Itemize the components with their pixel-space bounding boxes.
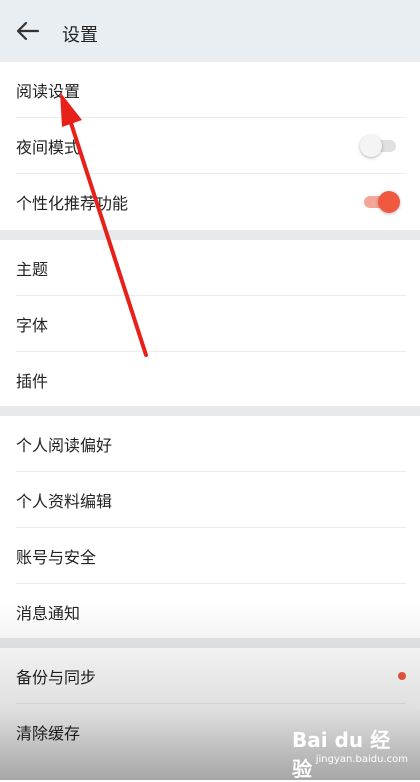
- watermark-url: jingyan.baidu.com: [315, 754, 408, 765]
- backup-sync-label: 备份与同步: [16, 668, 97, 687]
- section-gap: [0, 638, 420, 648]
- row-reading-preference[interactable]: 个人阅读偏好: [0, 416, 420, 472]
- toggle-knob: [360, 135, 382, 157]
- row-reading-settings[interactable]: 阅读设置: [0, 62, 420, 118]
- reading-preference-label: 个人阅读偏好: [16, 436, 113, 455]
- section-gap: [0, 230, 420, 240]
- row-notifications[interactable]: 消息通知: [0, 584, 420, 640]
- notifications-label: 消息通知: [16, 604, 81, 623]
- profile-edit-label: 个人资料编辑: [16, 492, 113, 511]
- app-header: 设置: [0, 0, 420, 62]
- night-mode-label: 夜间模式: [16, 138, 81, 157]
- row-backup-sync[interactable]: 备份与同步: [0, 648, 420, 704]
- clear-cache-label: 清除缓存: [16, 724, 81, 743]
- reading-settings-label: 阅读设置: [16, 82, 81, 101]
- night-mode-toggle[interactable]: [360, 135, 400, 157]
- page-title: 设置: [62, 25, 98, 46]
- row-account-security[interactable]: 账号与安全: [0, 528, 420, 584]
- plugins-label: 插件: [16, 372, 49, 391]
- personalized-recommendation-toggle[interactable]: [360, 191, 400, 213]
- row-profile-edit[interactable]: 个人资料编辑: [0, 472, 420, 528]
- row-personalized-recommendation[interactable]: 个性化推荐功能: [0, 174, 420, 230]
- account-security-label: 账号与安全: [16, 548, 97, 567]
- notification-dot: [398, 672, 406, 680]
- section-gap: [0, 406, 420, 416]
- row-night-mode[interactable]: 夜间模式: [0, 118, 420, 174]
- personalized-recommendation-label: 个性化推荐功能: [16, 194, 129, 213]
- arrow-left-icon[interactable]: [16, 21, 40, 41]
- watermark: Bai du 经验 jingyan.baidu.com: [292, 718, 412, 781]
- font-label: 字体: [16, 316, 49, 335]
- toggle-knob: [378, 191, 400, 213]
- watermark-brand: Bai du 经验: [292, 728, 391, 781]
- row-theme[interactable]: 主题: [0, 240, 420, 296]
- theme-label: 主题: [16, 260, 49, 279]
- row-plugins[interactable]: 插件: [0, 352, 420, 408]
- row-font[interactable]: 字体: [0, 296, 420, 352]
